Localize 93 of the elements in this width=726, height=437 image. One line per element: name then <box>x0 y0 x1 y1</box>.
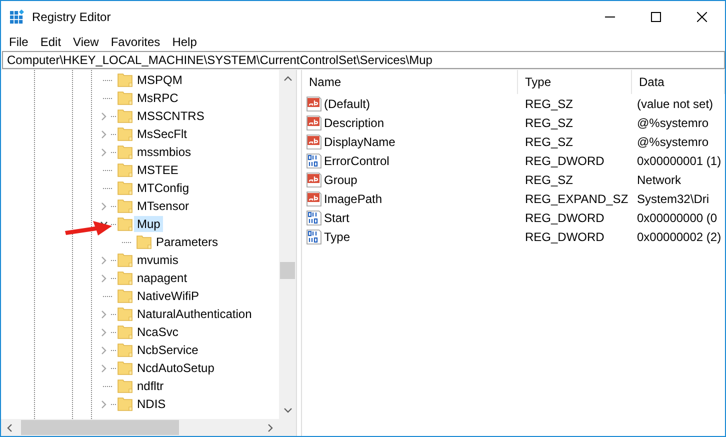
value-data: 0x00000001 (1) <box>636 154 722 168</box>
tree-item[interactable]: MTConfig <box>134 180 192 196</box>
window-title: Registry Editor <box>32 10 112 24</box>
value-name[interactable]: ErrorControl <box>324 154 390 168</box>
right-chevron-icon <box>268 424 273 432</box>
value-data: 0x00000000 (0 <box>636 210 718 224</box>
folder-icon <box>117 198 133 214</box>
value-name[interactable]: Group <box>324 172 358 186</box>
tree-item[interactable]: mssmbios <box>134 144 194 160</box>
folder-icon <box>117 342 133 358</box>
tree-item[interactable]: NcbService <box>134 342 202 358</box>
address-field[interactable]: Computer\HKEY_LOCAL_MACHINE\SYSTEM\CurrentControlSet\Services\Mup <box>2 51 725 69</box>
string-value-icon <box>306 172 322 188</box>
value-type: REG_SZ <box>524 116 574 130</box>
value-type: REG_DWORD <box>524 210 606 224</box>
value-name[interactable]: (Default) <box>324 96 370 110</box>
folder-icon <box>117 378 133 394</box>
folder-icon <box>117 162 133 178</box>
pointer-arrow <box>65 220 113 236</box>
column-header[interactable]: Data <box>632 70 725 94</box>
value-data: System32\Dri <box>636 192 710 206</box>
menu-item[interactable]: View <box>67 34 105 48</box>
tree-item[interactable]: MTsensor <box>134 198 192 214</box>
tree-item[interactable]: Parameters <box>153 234 222 250</box>
column-header[interactable]: Name <box>302 70 518 94</box>
value-data: 0x00000002 (2) <box>636 230 722 244</box>
left-chevron-icon <box>7 424 12 432</box>
value-type: REG_DWORD <box>524 230 606 244</box>
value-type: REG_SZ <box>524 96 574 110</box>
string-value-icon <box>306 96 322 112</box>
scrollbar-thumb[interactable] <box>21 420 179 435</box>
folder-icon <box>117 324 133 340</box>
value-data: Network <box>636 172 682 186</box>
value-data: @%systemro <box>636 116 710 130</box>
tree-item[interactable]: NcdAutoSetup <box>134 360 218 376</box>
tree-item[interactable]: MsRPC <box>134 90 182 106</box>
folder-icon <box>117 396 133 412</box>
menu-item[interactable]: Help <box>166 34 203 48</box>
folder-icon <box>117 126 133 142</box>
folder-icon <box>117 288 133 304</box>
folder-icon <box>117 72 133 88</box>
value-data: @%systemro <box>636 134 710 148</box>
value-type: REG_EXPAND_SZ <box>524 192 630 206</box>
string-value-icon <box>306 114 322 130</box>
expand-chevron-icon[interactable] <box>101 202 107 210</box>
value-name[interactable]: DisplayName <box>324 134 396 148</box>
tree-item[interactable]: ndfltr <box>134 378 167 394</box>
string-value-icon <box>306 190 322 206</box>
tree-item[interactable]: MSSCNTRS <box>134 108 208 124</box>
tree-item[interactable]: NDIS <box>134 396 169 412</box>
folder-icon <box>117 306 133 322</box>
string-value-icon <box>306 134 322 150</box>
column-header[interactable]: Type <box>518 70 632 94</box>
value-type: REG_SZ <box>524 134 574 148</box>
value-data: (value not set) <box>636 96 714 110</box>
close-icon <box>697 12 707 22</box>
tree-item[interactable]: MSPQM <box>134 72 186 88</box>
folder-icon <box>117 216 133 232</box>
folder-icon <box>136 234 152 250</box>
folder-icon <box>117 180 133 196</box>
binary-value-icon <box>306 228 322 244</box>
tree-item[interactable]: mvumis <box>134 252 182 268</box>
tree-item[interactable]: NativeWifiP <box>134 288 202 304</box>
folder-icon <box>117 144 133 160</box>
registry-editor-icon <box>9 8 25 24</box>
value-type: REG_SZ <box>524 172 574 186</box>
folder-icon <box>117 270 133 286</box>
expand-chevron-icon[interactable] <box>101 400 107 408</box>
maximize-icon <box>651 12 661 22</box>
binary-value-icon <box>306 152 322 168</box>
tree-item[interactable]: NaturalAuthentication <box>134 306 255 322</box>
folder-icon <box>117 252 133 268</box>
folder-icon <box>117 90 133 106</box>
value-type: REG_DWORD <box>524 154 606 168</box>
folder-icon <box>117 108 133 124</box>
collapse-chevron-icon[interactable] <box>100 221 108 227</box>
down-chevron-icon <box>284 408 292 413</box>
menu-item[interactable]: File <box>3 34 34 48</box>
value-name[interactable]: Type <box>324 230 350 244</box>
folder-icon <box>117 360 133 376</box>
value-name[interactable]: Start <box>324 210 350 224</box>
up-chevron-icon <box>284 76 292 81</box>
binary-value-icon <box>306 210 322 226</box>
tree-item[interactable]: Mup <box>134 216 164 232</box>
value-name[interactable]: Description <box>324 116 384 130</box>
tree-item[interactable]: MSTEE <box>134 162 182 178</box>
menu-item[interactable]: Edit <box>34 34 68 48</box>
value-name[interactable]: ImagePath <box>324 192 382 206</box>
tree-item[interactable]: NcaSvc <box>134 324 182 340</box>
tree-item[interactable]: napagent <box>134 270 190 286</box>
scrollbar-thumb[interactable] <box>280 262 295 279</box>
tree-item[interactable]: MsSecFlt <box>134 126 190 142</box>
menu-item[interactable]: Favorites <box>104 34 166 48</box>
